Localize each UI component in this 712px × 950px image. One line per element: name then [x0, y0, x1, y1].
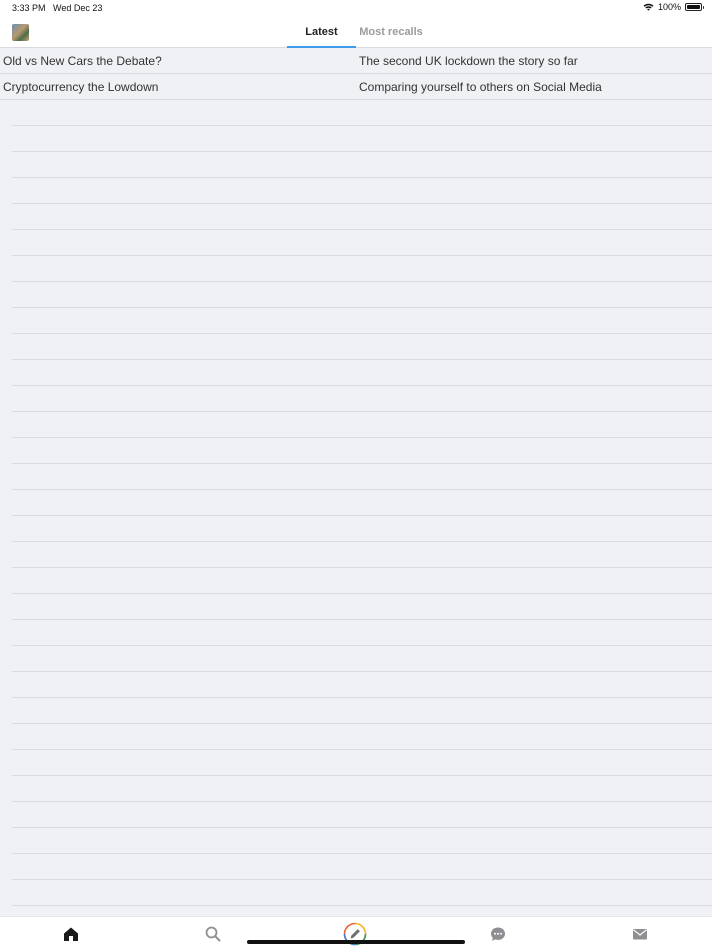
empty-list-row: [12, 282, 712, 308]
empty-list-row: [12, 464, 712, 490]
empty-list-row: [12, 776, 712, 802]
home-icon[interactable]: [62, 925, 80, 943]
empty-list-row: [12, 256, 712, 282]
screen: 3:33 PM Wed Dec 23 100% Latest Most reca…: [0, 0, 712, 950]
empty-list-row: [12, 516, 712, 542]
post-title[interactable]: Comparing yourself to others on Social M…: [359, 74, 602, 100]
wifi-icon: [643, 3, 654, 11]
status-time: 3:33 PM: [12, 3, 46, 13]
empty-list-row: [12, 646, 712, 672]
search-icon[interactable]: [204, 925, 222, 943]
empty-list-row: [12, 880, 712, 906]
empty-list-row: [12, 802, 712, 828]
empty-list-row: [12, 230, 712, 256]
table-row: Old vs New Cars the Debate? The second U…: [0, 48, 712, 74]
battery-icon: [685, 3, 704, 11]
post-title[interactable]: Old vs New Cars the Debate?: [3, 48, 162, 74]
header: Latest Most recalls: [0, 18, 712, 48]
empty-list-row: [12, 178, 712, 204]
table-row: Cryptocurrency the Lowdown Comparing you…: [0, 74, 712, 100]
post-grid: Old vs New Cars the Debate? The second U…: [0, 48, 712, 914]
battery-percent: 100%: [657, 2, 681, 12]
empty-list-row: [12, 204, 712, 230]
status-bar: 3:33 PM Wed Dec 23 100%: [0, 0, 712, 18]
empty-list-row: [12, 594, 712, 620]
home-indicator[interactable]: [247, 940, 465, 944]
empty-list-row: [12, 126, 712, 152]
tab-most-recalls-label: Most recalls: [359, 26, 423, 38]
post-title[interactable]: Cryptocurrency the Lowdown: [3, 74, 158, 100]
empty-list-row: [12, 490, 712, 516]
empty-list-row: [12, 100, 712, 126]
empty-list-row: [12, 412, 712, 438]
post-title[interactable]: The second UK lockdown the story so far: [359, 48, 578, 74]
empty-list-row: [12, 308, 712, 334]
tab-latest[interactable]: Latest: [287, 18, 356, 48]
tab-bar: [0, 916, 712, 950]
empty-list-row: [12, 568, 712, 594]
empty-list-row: [12, 750, 712, 776]
empty-list-row: [12, 724, 712, 750]
empty-list-row: [12, 698, 712, 724]
empty-list-row: [12, 360, 712, 386]
empty-list-row: [12, 620, 712, 646]
status-indicators: 100%: [643, 2, 704, 12]
empty-list-row: [12, 828, 712, 854]
tab-most-recalls[interactable]: Most recalls: [356, 18, 426, 47]
empty-list-row: [12, 152, 712, 178]
empty-list-row: [12, 542, 712, 568]
empty-list-row: [12, 386, 712, 412]
empty-list-row: [12, 854, 712, 880]
empty-list-row: [12, 334, 712, 360]
empty-list-row: [12, 672, 712, 698]
mail-icon[interactable]: [631, 925, 649, 943]
empty-list-row: [12, 438, 712, 464]
avatar[interactable]: [12, 24, 29, 41]
status-date: Wed Dec 23: [53, 3, 103, 13]
chat-icon[interactable]: [489, 925, 507, 943]
tab-latest-label: Latest: [305, 26, 338, 38]
